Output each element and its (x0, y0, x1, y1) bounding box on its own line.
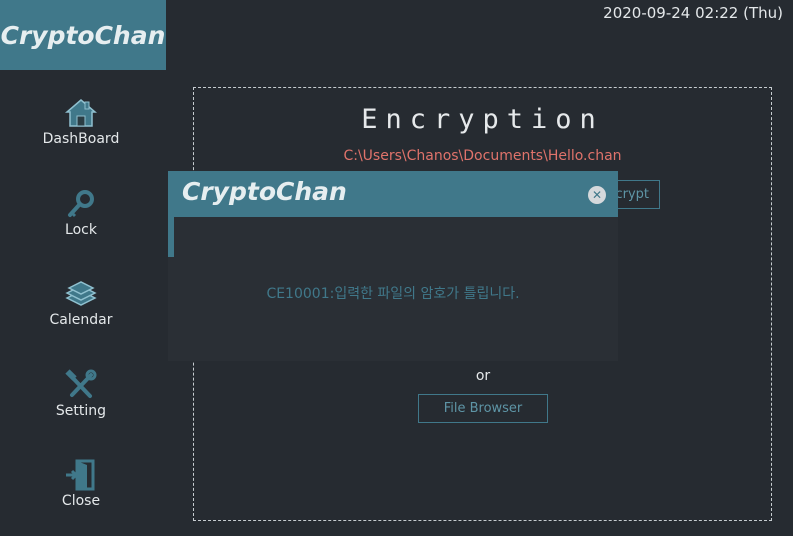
sidebar-item-setting[interactable]: Setting (0, 369, 162, 439)
app-logo: CryptoChan (0, 0, 166, 70)
error-dialog: CryptoChan ✕ CE10001:입력한 파일의 암호가 틀립니다. (168, 171, 618, 361)
error-text: 입력한 파일의 암호가 틀립니다. (334, 286, 520, 302)
sidebar-item-lock[interactable]: Lock (0, 188, 162, 258)
book-stack-icon (65, 281, 97, 306)
sidebar-item-label: DashBoard (42, 131, 120, 147)
close-icon[interactable]: ✕ (588, 186, 606, 204)
home-icon (64, 99, 98, 127)
error-code: CE10001: (266, 286, 335, 302)
sidebar-item-label: Calendar (49, 312, 113, 328)
dialog-accent-bar (168, 217, 174, 257)
sidebar-item-calendar[interactable]: Calendar (0, 278, 162, 348)
datetime-display: 2020-09-24 02:22 (Thu) (603, 4, 783, 22)
sidebar-item-label: Close (61, 493, 101, 509)
or-separator: or (475, 368, 491, 384)
sidebar-item-label: Lock (65, 222, 97, 238)
key-icon (68, 190, 94, 218)
exit-door-icon (66, 459, 95, 491)
sidebar-item-label: Setting (55, 403, 107, 419)
sidebar-item-dashboard[interactable]: DashBoard (0, 97, 162, 167)
dialog-header: CryptoChan ✕ (168, 171, 618, 217)
dialog-title: CryptoChan (182, 177, 347, 206)
page-title: Encryption (361, 104, 604, 135)
file-path: C:\Users\Chanos\Documents\Hello.chan (343, 148, 622, 164)
sidebar-item-close[interactable]: Close (0, 459, 162, 529)
error-message: CE10001:입력한 파일의 암호가 틀립니다. (168, 283, 618, 303)
tools-icon (65, 369, 97, 398)
file-browser-button[interactable]: File Browser (418, 394, 548, 423)
